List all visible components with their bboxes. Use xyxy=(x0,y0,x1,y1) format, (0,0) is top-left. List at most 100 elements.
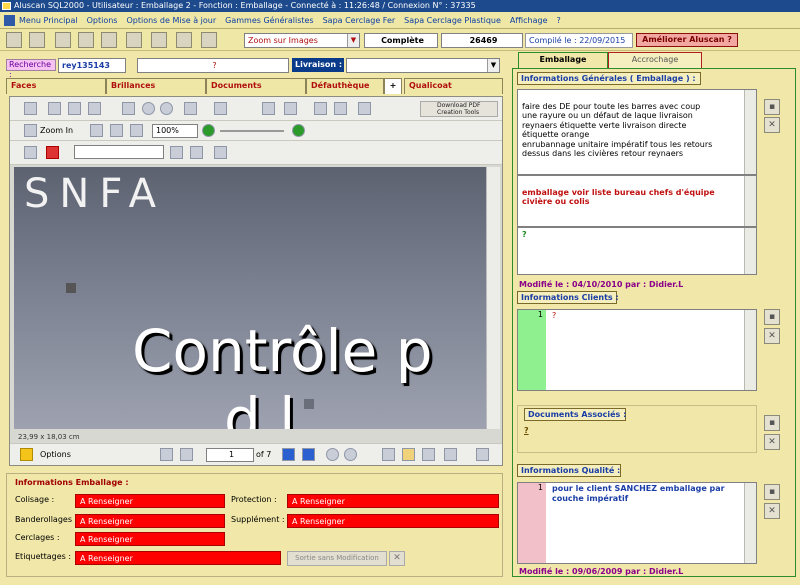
close-icon[interactable]: ✕ xyxy=(764,328,780,344)
infos-generales-text-2[interactable]: emballage voir liste bureau chefs d'équi… xyxy=(517,175,757,227)
fit-width-icon[interactable] xyxy=(110,124,123,137)
infos-generales-text-3[interactable]: ? xyxy=(517,227,757,275)
viewer-vertical-scrollbar[interactable] xyxy=(486,167,500,429)
image-icon[interactable] xyxy=(126,32,142,48)
back-icon[interactable] xyxy=(142,102,155,115)
pdf-page-canvas[interactable]: SNFA Contrôle p d l xyxy=(14,167,486,429)
book-icon[interactable] xyxy=(29,32,45,48)
save-icon[interactable]: ▪ xyxy=(764,415,780,431)
infos-clients-text[interactable]: 1 ? xyxy=(517,309,757,391)
cerclage-field[interactable]: A Renseigner xyxy=(75,532,225,546)
export-icon[interactable] xyxy=(68,102,81,115)
clipboard-icon[interactable] xyxy=(122,102,135,115)
view-select[interactable]: Zoom sur Images ▼ xyxy=(244,33,360,48)
livraison-select[interactable]: ▼ xyxy=(346,58,500,73)
close-icon[interactable]: ✕ xyxy=(764,503,780,519)
zoom-in-icon[interactable] xyxy=(24,124,37,137)
nav-back-icon[interactable] xyxy=(326,448,339,461)
menu-sapa-cerclage-fer[interactable]: Sapa Cerclage Fer xyxy=(323,16,396,25)
scrollbar[interactable] xyxy=(744,228,756,274)
menu-affichage[interactable]: Affichage xyxy=(510,16,548,25)
menu-options[interactable]: Options xyxy=(87,16,118,25)
tab-emballage[interactable]: Emballage xyxy=(518,52,608,68)
menu-gammes-generalistes[interactable]: Gammes Généralistes xyxy=(225,16,313,25)
text-select-icon[interactable] xyxy=(358,102,371,115)
forward-icon[interactable] xyxy=(160,102,173,115)
save-icon[interactable]: ▪ xyxy=(764,309,780,325)
chevron-down-icon[interactable]: ▼ xyxy=(487,59,499,72)
hand-tool-icon[interactable] xyxy=(314,102,327,115)
close-icon[interactable]: ✕ xyxy=(764,117,780,133)
camera-icon[interactable] xyxy=(334,102,347,115)
scrollbar[interactable] xyxy=(744,483,756,563)
last-page-icon[interactable] xyxy=(302,448,315,461)
options-button[interactable]: Options xyxy=(40,450,71,459)
tab-brillances[interactable]: Brillances xyxy=(106,78,206,94)
menu-menu-principal[interactable]: Menu Principal xyxy=(19,16,78,25)
print-icon[interactable] xyxy=(176,32,192,48)
scrollbar[interactable] xyxy=(744,176,756,226)
zoom-out-icon[interactable] xyxy=(202,124,215,137)
exit-without-modification-button[interactable]: Sortie sans Modification xyxy=(287,551,387,566)
zoom-label[interactable]: Zoom In xyxy=(40,126,73,135)
search-secondary-field[interactable]: ? xyxy=(137,58,289,73)
pencil-icon[interactable] xyxy=(6,32,22,48)
banderollage-field[interactable]: A Renseigner xyxy=(75,514,225,528)
scrollbar[interactable] xyxy=(744,310,756,390)
close-icon[interactable]: ✕ xyxy=(389,551,405,566)
tab-defautheque[interactable]: Défauthèque xyxy=(306,78,384,94)
docs-associes-link[interactable]: ? xyxy=(524,426,529,435)
search-input[interactable]: rey135143 xyxy=(58,58,126,73)
zoom-slider[interactable] xyxy=(220,130,284,132)
grid-view-icon[interactable] xyxy=(444,448,457,461)
stamp2-icon[interactable] xyxy=(190,146,203,159)
tab-accrochage[interactable]: Accrochage xyxy=(608,52,702,68)
page-icon[interactable] xyxy=(151,32,167,48)
redo-icon[interactable] xyxy=(214,102,227,115)
close-icon[interactable]: ✕ xyxy=(764,434,780,450)
page-icon[interactable] xyxy=(284,102,297,115)
page-number-input[interactable]: 1 xyxy=(206,448,254,462)
save-icon[interactable]: ▪ xyxy=(764,484,780,500)
zoom-in-plus-icon[interactable] xyxy=(292,124,305,137)
download-pdf-button[interactable]: Download PDF Creation Tools xyxy=(420,101,498,117)
improve-aluscan-button[interactable]: Améliorer Aluscan ? xyxy=(636,33,738,47)
attach-icon[interactable] xyxy=(88,102,101,115)
options-icon[interactable] xyxy=(20,448,33,461)
folder-icon[interactable] xyxy=(78,32,94,48)
menu-help[interactable]: ? xyxy=(557,16,561,25)
export-icon[interactable] xyxy=(201,32,217,48)
tab-documents[interactable]: Documents xyxy=(206,78,306,94)
nav-forward-icon[interactable] xyxy=(344,448,357,461)
infos-generales-text[interactable]: faire des DE pour toute les barres avec … xyxy=(517,89,757,175)
colisage-field[interactable]: A Renseigner xyxy=(75,494,225,508)
abc-icon[interactable] xyxy=(46,146,59,159)
single-page-icon[interactable] xyxy=(382,448,395,461)
zoom-select[interactable]: 100% xyxy=(152,124,198,138)
rotate-icon[interactable] xyxy=(262,102,275,115)
next-page-icon[interactable] xyxy=(282,448,295,461)
pen-icon[interactable] xyxy=(214,146,227,159)
document-icon[interactable] xyxy=(55,32,71,48)
protection-field[interactable]: A Renseigner xyxy=(287,494,499,508)
font-select[interactable] xyxy=(74,145,164,159)
tab-qualicoat[interactable]: Qualicoat xyxy=(404,78,503,94)
supplement-field[interactable]: A Renseigner xyxy=(287,514,499,528)
infos-qualite-text[interactable]: 1 pour le client SANCHEZ emballage par c… xyxy=(517,482,757,564)
first-page-icon[interactable] xyxy=(160,448,173,461)
menu-options-mise-a-jour[interactable]: Options de Mise à jour xyxy=(126,16,216,25)
previous-page-icon[interactable] xyxy=(180,448,193,461)
stamp-icon[interactable] xyxy=(170,146,183,159)
continuous-page-icon[interactable] xyxy=(402,448,415,461)
scrollbar[interactable] xyxy=(744,90,756,174)
app-menu-icon[interactable] xyxy=(4,14,15,26)
print-icon[interactable] xyxy=(48,102,61,115)
screen-icon[interactable] xyxy=(476,448,489,461)
two-page-icon[interactable] xyxy=(422,448,435,461)
fit-page-icon[interactable] xyxy=(90,124,103,137)
undo-icon[interactable] xyxy=(184,102,197,115)
save-icon[interactable]: ▪ xyxy=(764,99,780,115)
tab-add[interactable]: + xyxy=(384,78,402,94)
save-icon[interactable] xyxy=(24,102,37,115)
link-icon[interactable] xyxy=(24,146,37,159)
